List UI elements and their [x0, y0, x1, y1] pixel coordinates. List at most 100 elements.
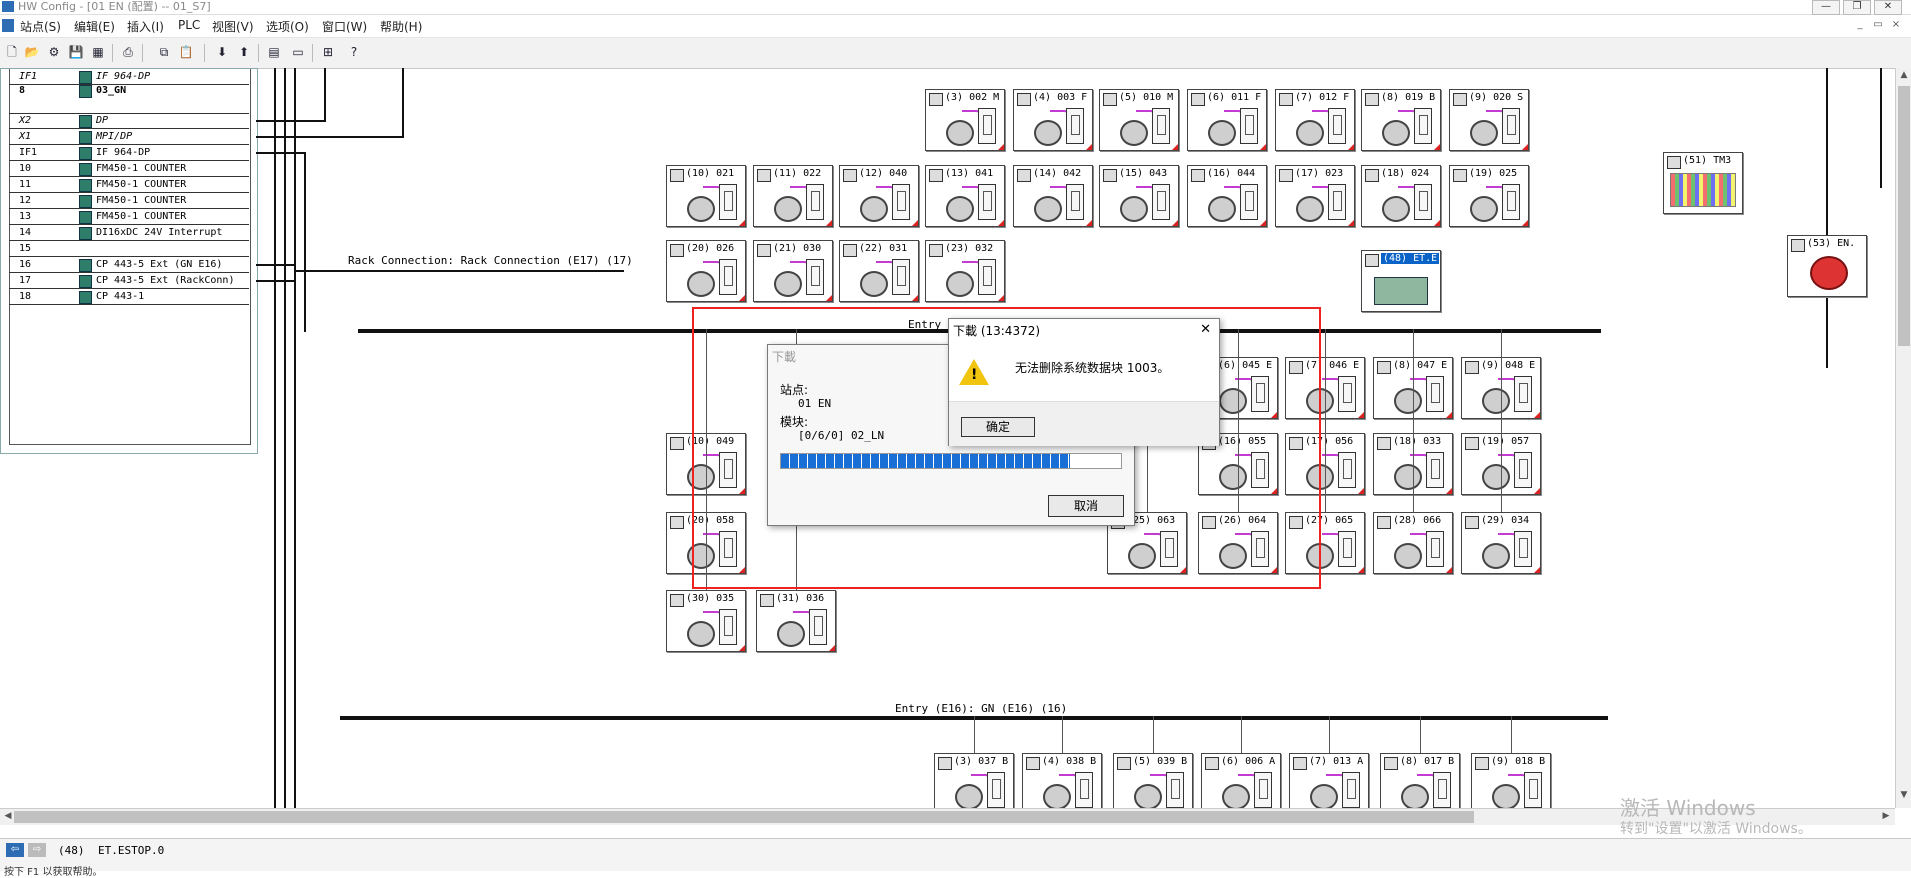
drive-node[interactable]: (12) 040 — [839, 165, 919, 227]
drive-node[interactable]: (13) 041 — [925, 165, 1005, 227]
mdi-minimize-button[interactable]: _ — [1852, 19, 1868, 32]
vertical-scroll-thumb[interactable] — [1898, 86, 1910, 346]
drive-node[interactable]: (3) 037 B — [934, 753, 1014, 815]
drive-node[interactable]: (16) 044 — [1187, 165, 1267, 227]
drive-node[interactable]: (31) 036 — [756, 590, 836, 652]
module-icon — [79, 195, 92, 208]
drive-node[interactable]: (4) 038 B — [1022, 753, 1102, 815]
menu-station[interactable]: 站点(S) — [20, 18, 61, 35]
scroll-up-icon[interactable]: ▲ — [1896, 70, 1911, 80]
drive-node[interactable]: (7) 013 A — [1289, 753, 1369, 815]
drive-node[interactable]: (19) 025 — [1449, 165, 1529, 227]
drive-node[interactable]: (14) 042 — [1013, 165, 1093, 227]
rack-row[interactable]: X1 MPI/DP — [9, 129, 249, 145]
cabinet-icon — [978, 184, 996, 220]
copy-icon[interactable]: ⧉ — [156, 45, 172, 60]
rack-row[interactable]: 14 DI16xDC 24V Interrupt — [9, 225, 249, 241]
download-icon[interactable]: ⬇ — [214, 45, 230, 60]
slave-icon — [1279, 169, 1293, 182]
node-label: (11) 022 — [773, 168, 822, 179]
drive-node[interactable]: (4) 003 F — [1013, 89, 1093, 151]
drive-node[interactable]: (22) 031 — [839, 240, 919, 302]
selection-count: (48) — [58, 844, 85, 857]
rack-row[interactable]: IF1 IF 964-DP — [9, 145, 249, 161]
drive-node[interactable]: (6) 011 F — [1187, 89, 1267, 151]
paste-icon[interactable]: 📋 — [178, 45, 194, 60]
vertical-scrollbar[interactable]: ▲ ▼ — [1895, 68, 1911, 808]
save-icon[interactable]: 💾 — [68, 45, 84, 60]
menu-view[interactable]: 视图(V) — [212, 18, 254, 35]
network-view-icon[interactable]: ⊞ — [320, 45, 336, 60]
rack-row[interactable] — [9, 98, 249, 114]
drive-node[interactable]: (5) 039 B — [1113, 753, 1193, 815]
print-icon[interactable]: ⎙ — [120, 45, 136, 60]
title-bar: HW Config - [01 EN (配置) -- 01_S7] — ❐ ✕ — [0, 0, 1911, 15]
rack-row[interactable]: 17 CP 443-5 Ext (RackConn) — [9, 273, 249, 289]
window-icon[interactable]: ▭ — [290, 45, 306, 60]
close-button[interactable]: ✕ — [1874, 0, 1902, 15]
status-marker — [912, 220, 918, 226]
scroll-right-icon[interactable]: ▶ — [1878, 811, 1894, 821]
drive-node[interactable]: (9) 020 S — [1449, 89, 1529, 151]
maximize-button[interactable]: ❐ — [1843, 0, 1871, 15]
rack-row[interactable]: 10 FM450-1 COUNTER — [9, 161, 249, 177]
drive-node[interactable]: (18) 024 — [1361, 165, 1441, 227]
rack-row[interactable]: 11 FM450-1 COUNTER — [9, 177, 249, 193]
horizontal-scroll-thumb[interactable] — [14, 811, 1474, 823]
drive-node[interactable]: (28) 066 — [1373, 512, 1453, 574]
rack-row[interactable]: 15 — [9, 241, 249, 257]
mdi-close-button[interactable]: × — [1888, 19, 1904, 32]
drive-node[interactable]: (6) 006 A — [1201, 753, 1281, 815]
ok-button[interactable]: 确定 — [961, 417, 1035, 437]
drive-node[interactable]: (17) 023 — [1275, 165, 1355, 227]
drive-node[interactable]: (20) 026 — [666, 240, 746, 302]
menu-insert[interactable]: 插入(I) — [127, 18, 164, 35]
drive-node[interactable]: (10) 021 — [666, 165, 746, 227]
cancel-button[interactable]: 取消 — [1048, 495, 1124, 517]
drive-node[interactable]: (21) 030 — [753, 240, 833, 302]
upload-icon[interactable]: ⬆ — [236, 45, 252, 60]
catalog-icon[interactable]: ▤ — [266, 45, 282, 60]
help-icon[interactable]: ? — [346, 45, 362, 60]
forward-arrow-icon[interactable]: ⇨ — [28, 843, 46, 857]
drive-node[interactable]: (8) 017 B — [1380, 753, 1460, 815]
mdi-restore-button[interactable]: ▭ — [1870, 19, 1886, 32]
node-label: (9) 048 E — [1481, 360, 1536, 371]
horizontal-scrollbar[interactable]: ◀ ▶ — [0, 808, 1895, 825]
drive-node[interactable]: (15) 043 — [1099, 165, 1179, 227]
drive-node[interactable]: (8) 019 B — [1361, 89, 1441, 151]
back-arrow-icon[interactable]: ⇦ — [6, 843, 24, 857]
network-icon[interactable]: ⚙ — [46, 45, 62, 60]
drive-node[interactable]: (23) 032 — [925, 240, 1005, 302]
scroll-down-icon[interactable]: ▼ — [1896, 790, 1911, 800]
rack-row[interactable]: 12 FM450-1 COUNTER — [9, 193, 249, 209]
cabinet-icon — [1240, 108, 1258, 144]
drive-node[interactable]: (30) 035 — [666, 590, 746, 652]
et-node[interactable]: (48) ET.E — [1361, 250, 1441, 312]
connector-line — [256, 152, 306, 154]
rack-row[interactable]: 13 FM450-1 COUNTER — [9, 209, 249, 225]
minimize-button[interactable]: — — [1812, 0, 1840, 15]
rack-row[interactable]: 16 CP 443-5 Ext (GN E16) — [9, 257, 249, 273]
new-icon[interactable]: 🗋 — [4, 45, 20, 60]
tm-node[interactable]: (51) TM3 — [1663, 152, 1743, 214]
menu-window[interactable]: 窗口(W) — [322, 18, 367, 35]
close-icon[interactable]: ✕ — [1200, 322, 1211, 337]
menu-options[interactable]: 选项(O) — [266, 18, 309, 35]
drive-node[interactable]: (29) 034 — [1461, 512, 1541, 574]
document-icon[interactable] — [2, 19, 14, 32]
save-compile-icon[interactable]: ▦ — [90, 45, 106, 60]
drive-node[interactable]: (3) 002 M — [925, 89, 1005, 151]
rack-row[interactable]: 18 CP 443-1 — [9, 289, 249, 305]
open-icon[interactable]: 📂 — [24, 45, 40, 60]
encoder-node[interactable]: (53) EN. — [1787, 235, 1867, 297]
menu-edit[interactable]: 编辑(E) — [74, 18, 115, 35]
rack-row[interactable]: X2 DP — [9, 113, 249, 129]
status-marker — [1172, 220, 1178, 226]
drive-node[interactable]: (9) 018 B — [1471, 753, 1551, 815]
drive-node[interactable]: (7) 012 F — [1275, 89, 1355, 151]
drive-node[interactable]: (5) 010 M — [1099, 89, 1179, 151]
menu-help[interactable]: 帮助(H) — [380, 18, 422, 35]
menu-plc[interactable]: PLC — [178, 18, 200, 32]
drive-node[interactable]: (11) 022 — [753, 165, 833, 227]
